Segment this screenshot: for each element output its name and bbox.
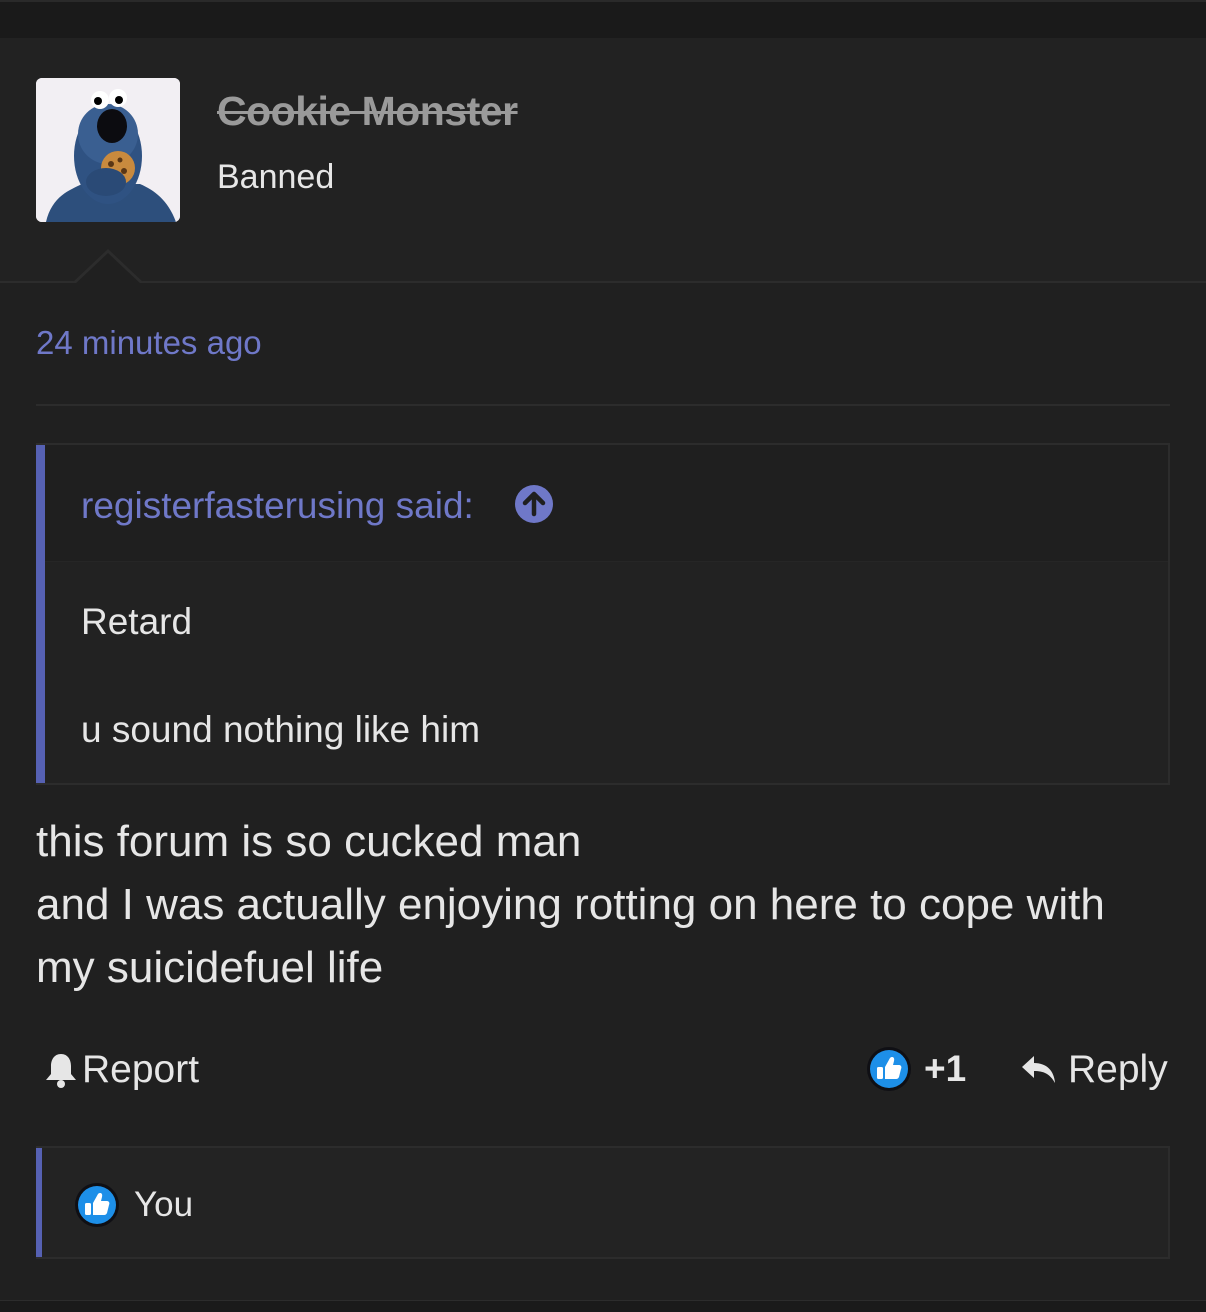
quote-text-line: u sound nothing like him	[81, 709, 481, 750]
likes-summary: You	[36, 1146, 1170, 1259]
reply-arrow-icon	[1022, 1056, 1055, 1083]
report-button[interactable]: Report	[44, 1048, 199, 1092]
quote-header: registerfasterusing said:	[45, 445, 1168, 562]
thumbs-up-icon	[75, 1183, 119, 1227]
quote-text-line: Retard	[81, 601, 193, 642]
user-avatar[interactable]	[36, 78, 180, 222]
likes-list: You	[74, 1182, 193, 1228]
report-label: Report	[82, 1048, 200, 1091]
message-line: this forum is so cucked man	[36, 817, 582, 866]
like-count: +1	[924, 1048, 967, 1089]
top-separator	[0, 0, 1206, 38]
forum-post: Cookie Monster Banned 24 minutes ago reg…	[0, 38, 1206, 1300]
post-timestamp-link[interactable]: 24 minutes ago	[36, 324, 262, 362]
bell-icon	[46, 1054, 76, 1088]
likes-accent-bar	[36, 1148, 42, 1257]
liked-by-user-link[interactable]: You	[134, 1185, 193, 1225]
username-link[interactable]: Cookie Monster	[217, 88, 518, 135]
reply-label: Reply	[1068, 1048, 1168, 1091]
bottom-separator	[0, 1300, 1206, 1312]
thumbs-up-icon	[867, 1047, 911, 1091]
user-header: Cookie Monster Banned	[0, 38, 1206, 283]
message-line: my suicidefuel life	[36, 943, 384, 992]
quote-accent-bar	[36, 445, 45, 783]
reply-button[interactable]: Reply	[1020, 1048, 1168, 1092]
post-message: this forum is so cucked man and I was ac…	[36, 810, 1176, 999]
like-button[interactable]: +1	[866, 1046, 966, 1092]
quote-block: registerfasterusing said: Retard u sound…	[36, 443, 1170, 785]
user-title-banned: Banned	[217, 158, 335, 196]
divider	[36, 404, 1170, 406]
cookie-monster-avatar-image	[36, 78, 180, 222]
message-line: and I was actually enjoying rotting on h…	[36, 880, 1105, 929]
quote-author-link[interactable]: registerfasterusing said:	[81, 485, 474, 527]
arrow-up-circle-icon[interactable]	[515, 485, 553, 523]
